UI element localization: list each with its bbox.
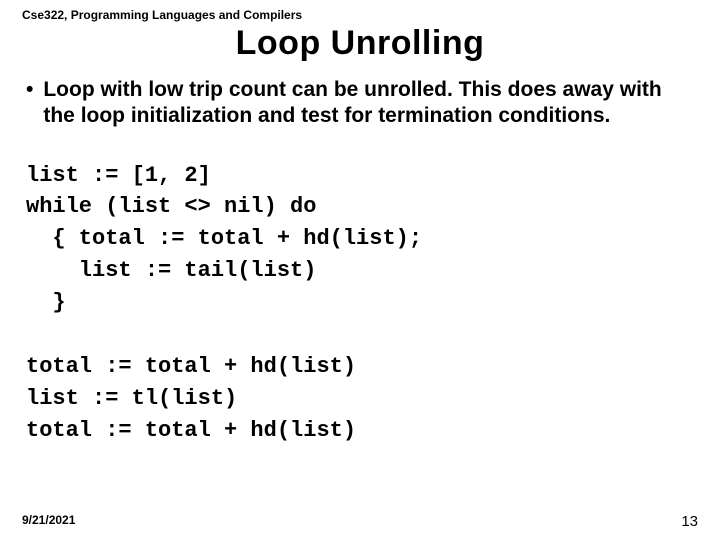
footer-page-number: 13 [681, 513, 698, 530]
slide-title: Loop Unrolling [22, 24, 698, 63]
bullet-text: Loop with low trip count can be unrolled… [43, 77, 698, 130]
course-header: Cse322, Programming Languages and Compil… [22, 8, 698, 22]
bullet-item: • Loop with low trip count can be unroll… [22, 77, 698, 130]
bullet-dot-icon: • [22, 77, 43, 103]
code-after-unroll: total := total + hd(list) list := tl(lis… [26, 351, 698, 447]
slide-footer: 9/21/2021 13 [22, 513, 698, 530]
code-before-unroll: list := [1, 2] while (list <> nil) do { … [26, 160, 698, 319]
footer-date: 9/21/2021 [22, 513, 75, 530]
slide: Cse322, Programming Languages and Compil… [0, 0, 720, 540]
